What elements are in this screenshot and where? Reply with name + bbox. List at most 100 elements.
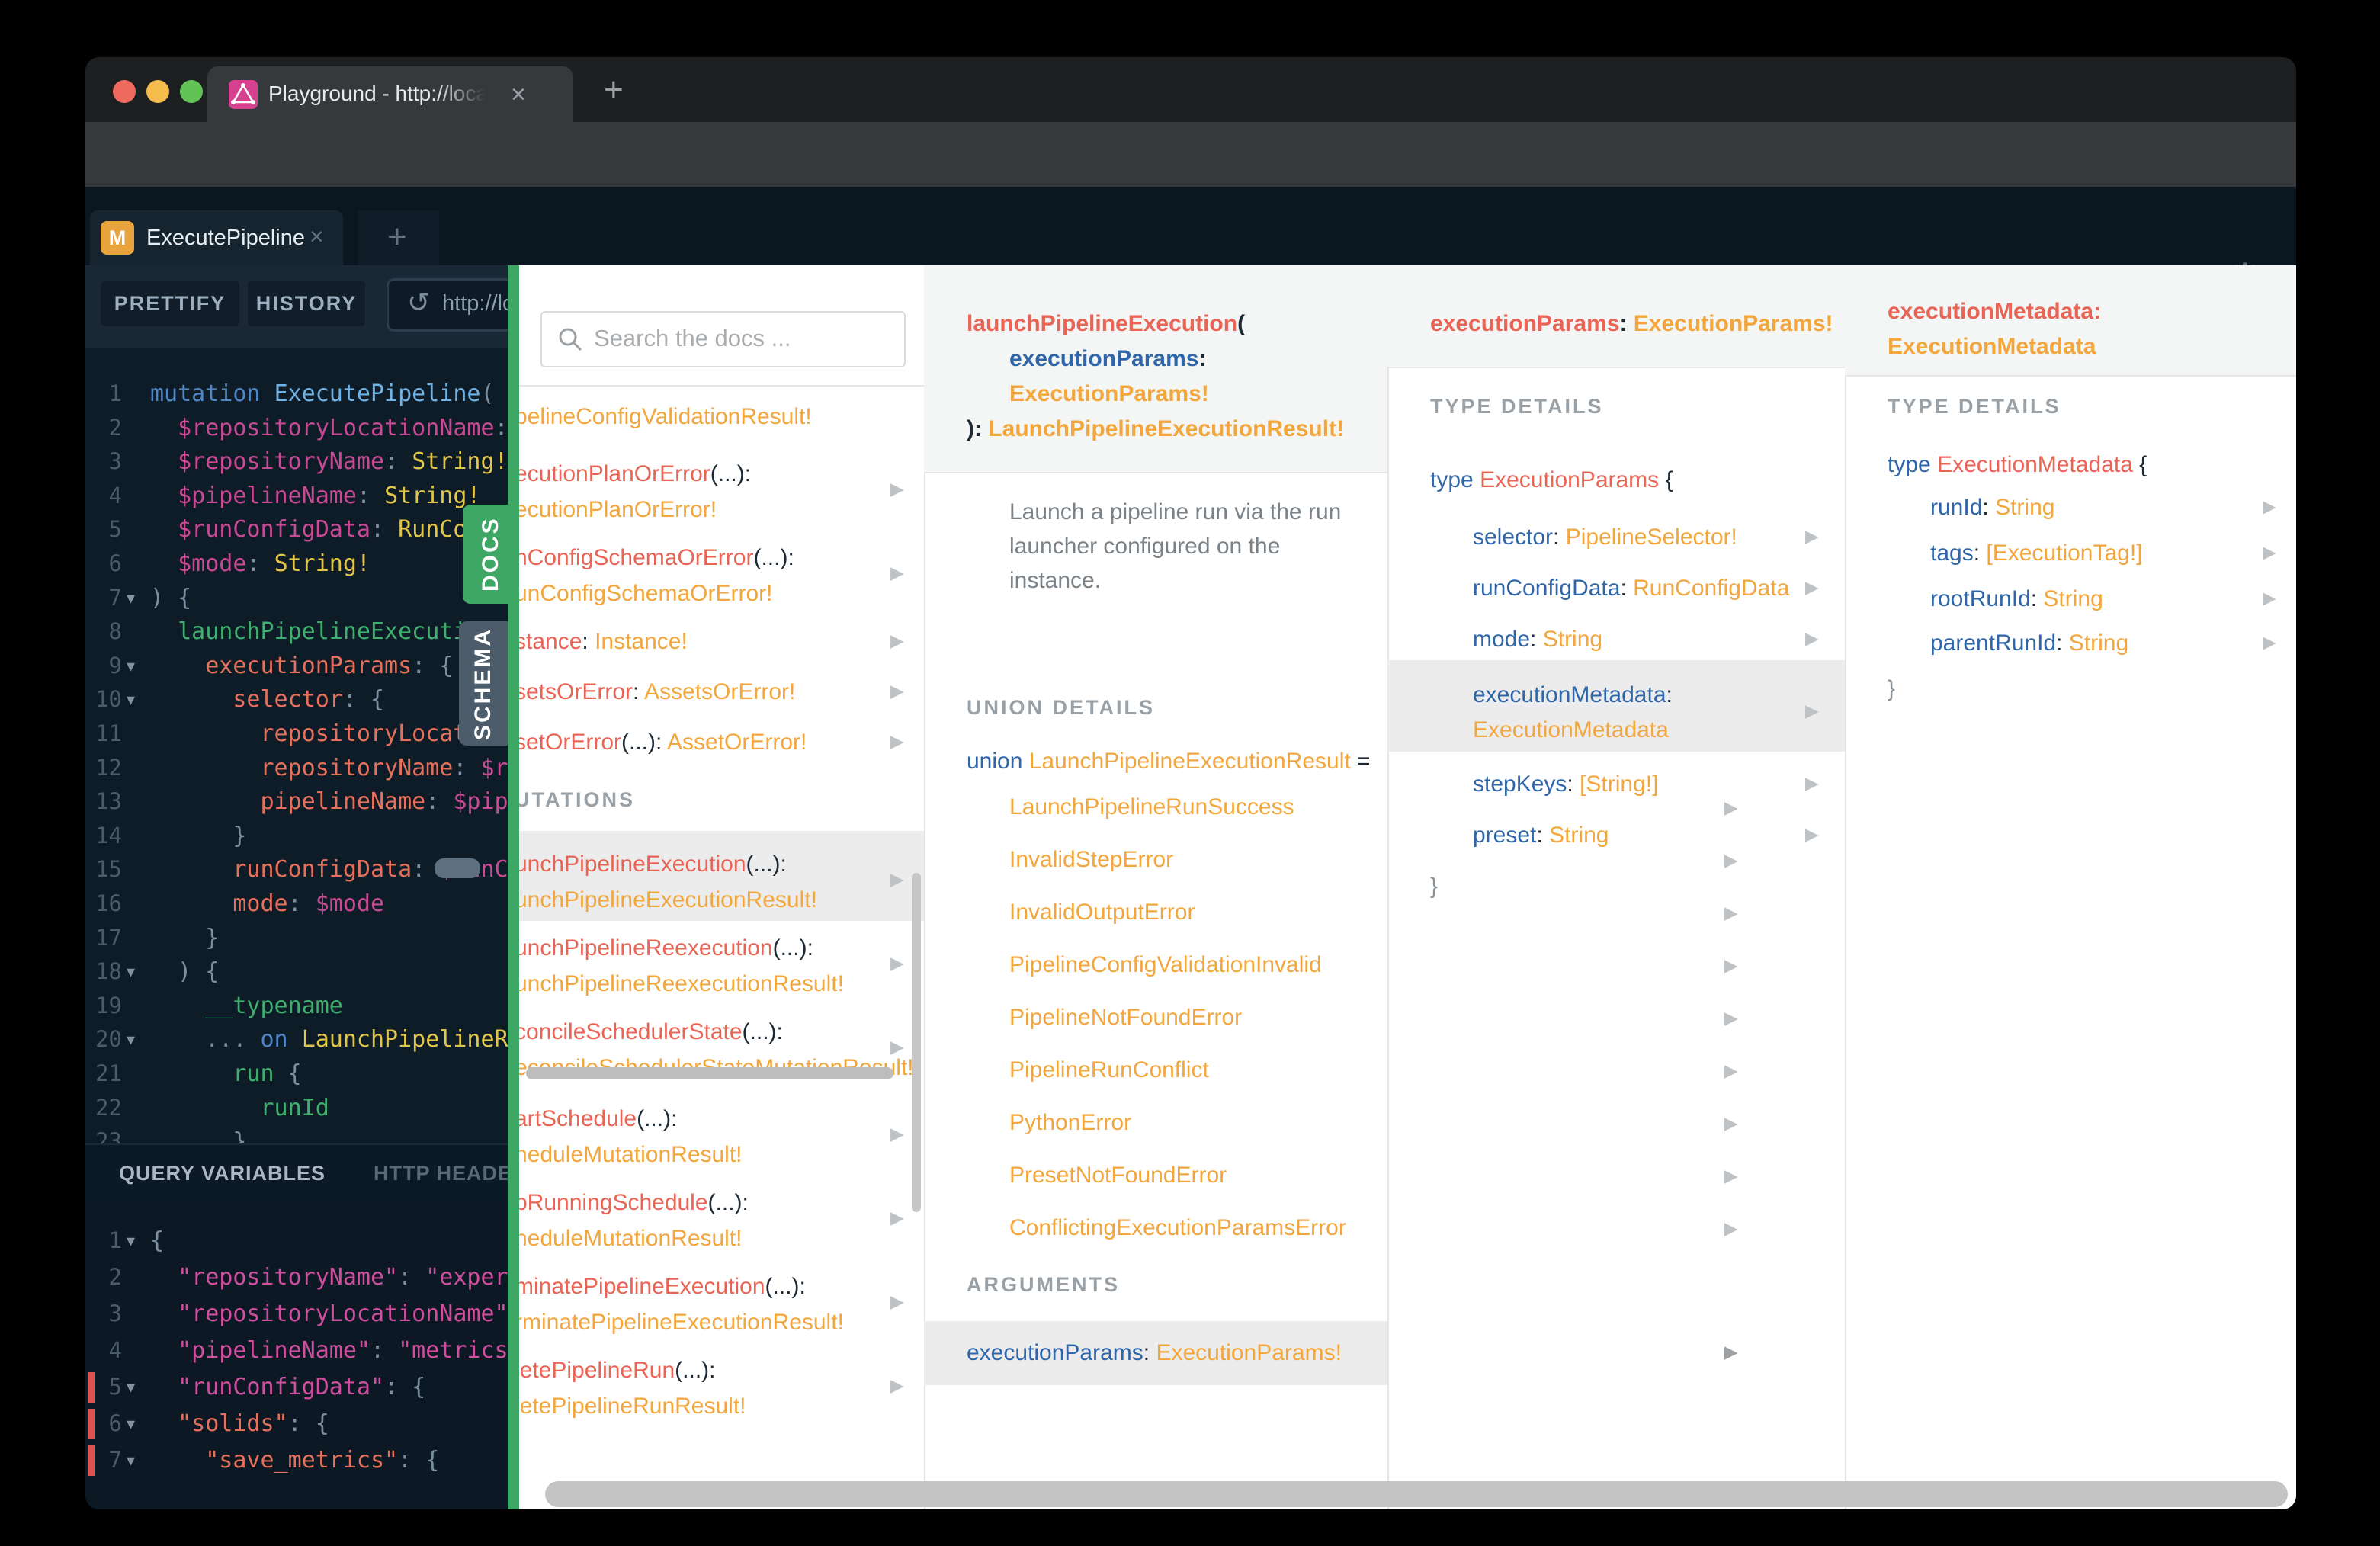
line-number: 21 <box>95 1060 122 1086</box>
line-number: 7 <box>108 1447 122 1473</box>
docs-item-line: unConfigSchemaOrError! <box>519 581 773 606</box>
prettify-button[interactable]: PRETTIFY <box>101 281 239 326</box>
chevron-right-icon[interactable]: ▶ <box>890 1037 904 1057</box>
type-declaration: type ExecutionMetadata { <box>1888 452 2147 477</box>
code-text: repositoryLocat <box>260 720 467 747</box>
session-tab-executepipeline[interactable]: M ExecutePipeline × <box>90 210 343 265</box>
variables-line: 3 "repositoryLocationName" <box>85 1297 508 1333</box>
fold-caret-icon[interactable]: ▾ <box>127 1443 135 1477</box>
type-field: executionMetadata: <box>1473 682 1673 707</box>
browser-tab[interactable]: Playground - http://localhost:3 × <box>207 66 573 122</box>
code-text: "repositoryLocationName" <box>178 1301 508 1327</box>
union-member-name: PipelineNotFoundError <box>1009 1005 1243 1030</box>
docs-item-line: unchPipelineExecutionResult! <box>519 887 817 913</box>
variables-line: 4 "pipelineName": "metrics <box>85 1333 508 1370</box>
fold-caret-icon[interactable]: ▾ <box>127 1022 135 1057</box>
chevron-right-icon[interactable]: ▶ <box>1805 773 1819 794</box>
chevron-right-icon[interactable]: ▶ <box>890 731 904 752</box>
variables-editor[interactable]: 1 ▾{2 "repositoryName": "exper 3 "reposito… <box>85 1201 508 1509</box>
fold-caret-icon[interactable]: ▾ <box>127 682 135 717</box>
docs-column-executionmetadata: executionMetadata: ExecutionMetadata TYPE … <box>1845 265 2296 1509</box>
docs-tab-label: DOCS <box>478 516 503 592</box>
code-text: executionParams: { <box>205 652 454 679</box>
code-text: mode: $mode <box>233 890 385 917</box>
docs-explorer: pelineConfigValidationResult! ecutionPlan… <box>519 265 2296 1509</box>
chevron-right-icon[interactable]: ▶ <box>1805 701 1819 721</box>
traffic-zoom-button[interactable] <box>180 80 203 103</box>
plus-icon: + <box>387 218 407 255</box>
tab-query-variables[interactable]: QUERY VARIABLES <box>119 1162 326 1185</box>
chevron-right-icon[interactable]: ▶ <box>2263 632 2276 653</box>
new-tab-icon[interactable]: + <box>604 71 624 109</box>
column-v-scrollbar[interactable] <box>912 873 921 1212</box>
mutation-badge: M <box>101 221 134 255</box>
type-field: tags: [ExecutionTag!] <box>1930 540 2143 566</box>
line-number: 20 <box>95 1026 122 1053</box>
code-line: 16 mode: $mode <box>85 887 508 921</box>
mutations-section-header: UTATIONS <box>519 788 635 811</box>
column-h-scrollbar[interactable] <box>526 1067 893 1079</box>
chevron-right-icon[interactable]: ▶ <box>1805 824 1819 845</box>
docs-column-field: launchPipelineExecution(executionParams:… <box>924 265 1738 1509</box>
chevron-right-icon[interactable]: ▶ <box>2263 588 2276 608</box>
type-header-line: executionMetadata: <box>1888 299 2102 324</box>
fold-caret-icon[interactable]: ▾ <box>127 649 135 683</box>
query-editor[interactable]: 1 mutation ExecutePipeline(2 $repositoryL… <box>85 348 508 1143</box>
fold-caret-icon[interactable]: ▾ <box>127 954 135 989</box>
type-field: selector: PipelineSelector! <box>1473 524 1737 550</box>
docs-sidebar-tab[interactable]: DOCS <box>463 505 519 604</box>
code-text: selector: { <box>233 686 385 714</box>
variables-line: 6 ▾ "solids": { <box>85 1406 508 1443</box>
code-line: 21 run { <box>85 1057 508 1091</box>
reload-schema-icon[interactable]: ↺ <box>407 287 430 319</box>
traffic-close-button[interactable] <box>113 80 136 103</box>
chevron-right-icon[interactable]: ▶ <box>890 1291 904 1312</box>
variables-line: 1 ▾ { <box>85 1224 508 1260</box>
traffic-minimize-button[interactable] <box>146 80 169 103</box>
chevron-right-icon[interactable]: ▶ <box>890 630 904 651</box>
chevron-right-icon[interactable]: ▶ <box>2263 542 2276 563</box>
fold-caret-icon[interactable]: ▾ <box>127 581 135 615</box>
line-number: 15 <box>95 856 122 883</box>
code-text: } <box>150 822 247 849</box>
close-brace: } <box>1888 676 1896 701</box>
code-line: 7 ▾) { <box>85 581 508 615</box>
union-member-name: InvalidStepError <box>1009 847 1174 872</box>
variables-section-header: QUERY VARIABLES HTTP HEADERS <box>85 1143 542 1202</box>
docs-column-executionparams: executionParams: ExecutionParams! TYPE DE… <box>1387 265 1845 1509</box>
history-button[interactable]: HISTORY <box>248 281 365 326</box>
fold-caret-icon[interactable]: ▾ <box>127 1406 135 1441</box>
argument-row[interactable]: executionParams: ExecutionParams! <box>967 1339 1342 1368</box>
chevron-right-icon[interactable]: ▶ <box>1805 526 1819 547</box>
chevron-right-icon[interactable]: ▶ <box>890 869 904 890</box>
line-number: 6 <box>108 550 122 576</box>
chevron-right-icon[interactable]: ▶ <box>890 953 904 973</box>
code-line: 2 $repositoryLocationName: <box>85 411 508 445</box>
docs-item-line: pelineConfigValidationResult! <box>519 404 812 429</box>
chevron-right-icon[interactable]: ▶ <box>890 1124 904 1144</box>
chevron-right-icon[interactable]: ▶ <box>1805 628 1819 649</box>
docs-h-scrollbar[interactable] <box>545 1481 2288 1507</box>
docs-divider[interactable] <box>508 265 519 1509</box>
chevron-right-icon[interactable]: ▶ <box>1805 577 1819 598</box>
chevron-right-icon[interactable]: ▶ <box>890 1375 904 1396</box>
docs-item-line: ecutionPlanOrError(...): <box>519 461 752 486</box>
code-line: 11 repositoryLocat <box>85 717 508 751</box>
chevron-right-icon[interactable]: ▶ <box>890 563 904 583</box>
chevron-right-icon[interactable]: ▶ <box>890 1208 904 1228</box>
type-field-type: ExecutionMetadata <box>1473 717 1669 743</box>
field-signature-line: ): LaunchPipelineExecutionResult! <box>967 416 1345 441</box>
chevron-right-icon[interactable]: ▶ <box>890 681 904 701</box>
tab-close-icon[interactable]: × <box>511 80 526 110</box>
schema-sidebar-tab[interactable]: SCHEMA <box>459 621 508 746</box>
editor-toolbar: PRETTIFY HISTORY ↺ http://loc <box>85 265 566 348</box>
editor-scrollbar-thumb[interactable] <box>435 858 480 878</box>
session-tab-close-icon[interactable]: × <box>310 223 324 251</box>
new-session-tab[interactable]: + <box>358 210 439 265</box>
chevron-right-icon[interactable]: ▶ <box>2263 496 2276 517</box>
chevron-right-icon[interactable]: ▶ <box>890 479 904 499</box>
code-text: $runConfigData: RunCo <box>178 516 467 544</box>
fold-caret-icon[interactable]: ▾ <box>127 1224 135 1258</box>
close-brace: } <box>1430 874 1439 899</box>
fold-caret-icon[interactable]: ▾ <box>127 1370 135 1404</box>
